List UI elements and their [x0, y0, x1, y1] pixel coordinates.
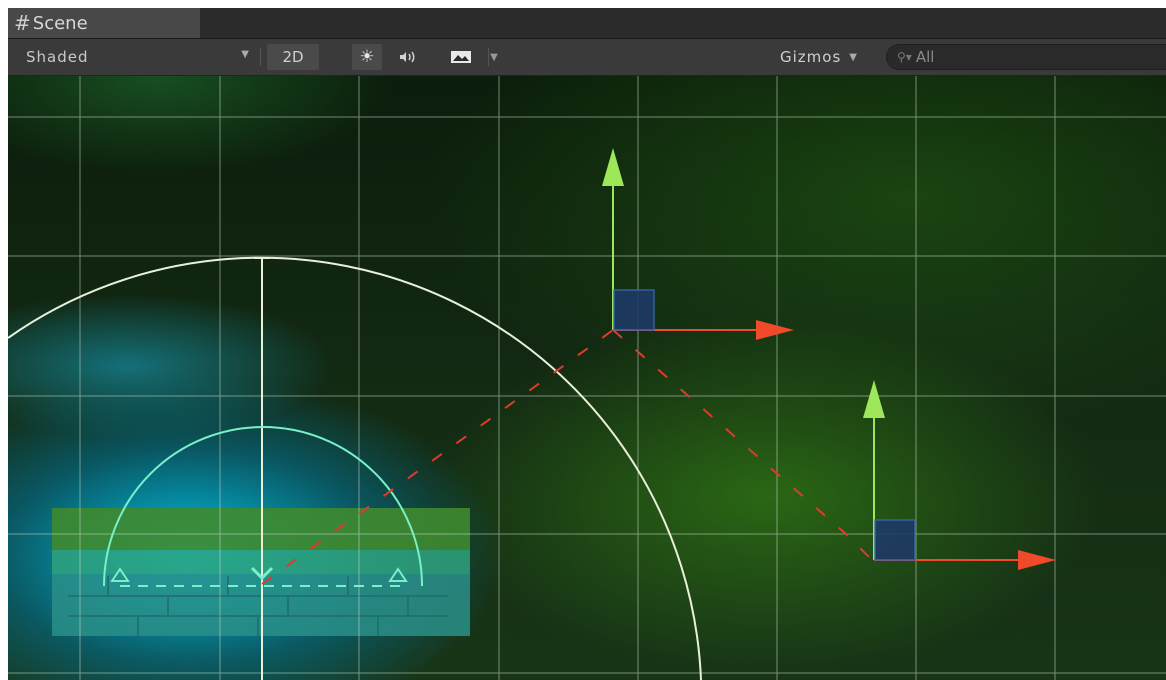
chevron-down-icon: ▼	[849, 51, 858, 63]
image-icon-glyph	[451, 51, 471, 63]
search-field[interactable]: ⚲▾	[886, 44, 1166, 70]
image-icon[interactable]	[444, 44, 478, 70]
scene-canvas	[8, 76, 1166, 680]
speaker-icon-glyph	[400, 51, 415, 63]
toolbar-divider	[260, 48, 261, 66]
chevron-down-icon: ▼	[241, 49, 250, 60]
gizmos-label: Gizmos	[780, 48, 842, 66]
transform-gizmo-2[interactable]	[863, 380, 1056, 570]
search-input[interactable]	[913, 47, 1138, 67]
transform-gizmo-1[interactable]	[602, 148, 794, 340]
speaker-icon[interactable]	[390, 44, 430, 70]
shading-mode-dropdown[interactable]: Shaded ▼	[12, 39, 256, 75]
chevron-down-icon[interactable]: ▼	[483, 44, 505, 70]
scene-window: # Scene Shaded ▼ 2D ☀ ▼ Gizmos ▼ ⚲▾ All	[8, 8, 1166, 680]
tab-scene[interactable]: # Scene	[8, 8, 200, 38]
toolbar-divider	[488, 48, 489, 66]
scene-viewport[interactable]	[8, 76, 1166, 680]
gizmos-dropdown[interactable]: Gizmos ▼	[766, 44, 872, 70]
tab-strip: # Scene	[8, 8, 1166, 39]
sun-icon[interactable]: ☀	[352, 44, 382, 70]
tab-title: Scene	[32, 12, 88, 34]
2d-mode-toggle[interactable]: 2D	[267, 44, 319, 70]
scene-toolbar: Shaded ▼ 2D ☀ ▼ Gizmos ▼ ⚲▾	[8, 39, 1166, 76]
shading-mode-label: Shaded	[26, 48, 89, 66]
grid-hash-icon: #	[14, 11, 31, 35]
search-icon: ⚲▾	[897, 50, 912, 64]
